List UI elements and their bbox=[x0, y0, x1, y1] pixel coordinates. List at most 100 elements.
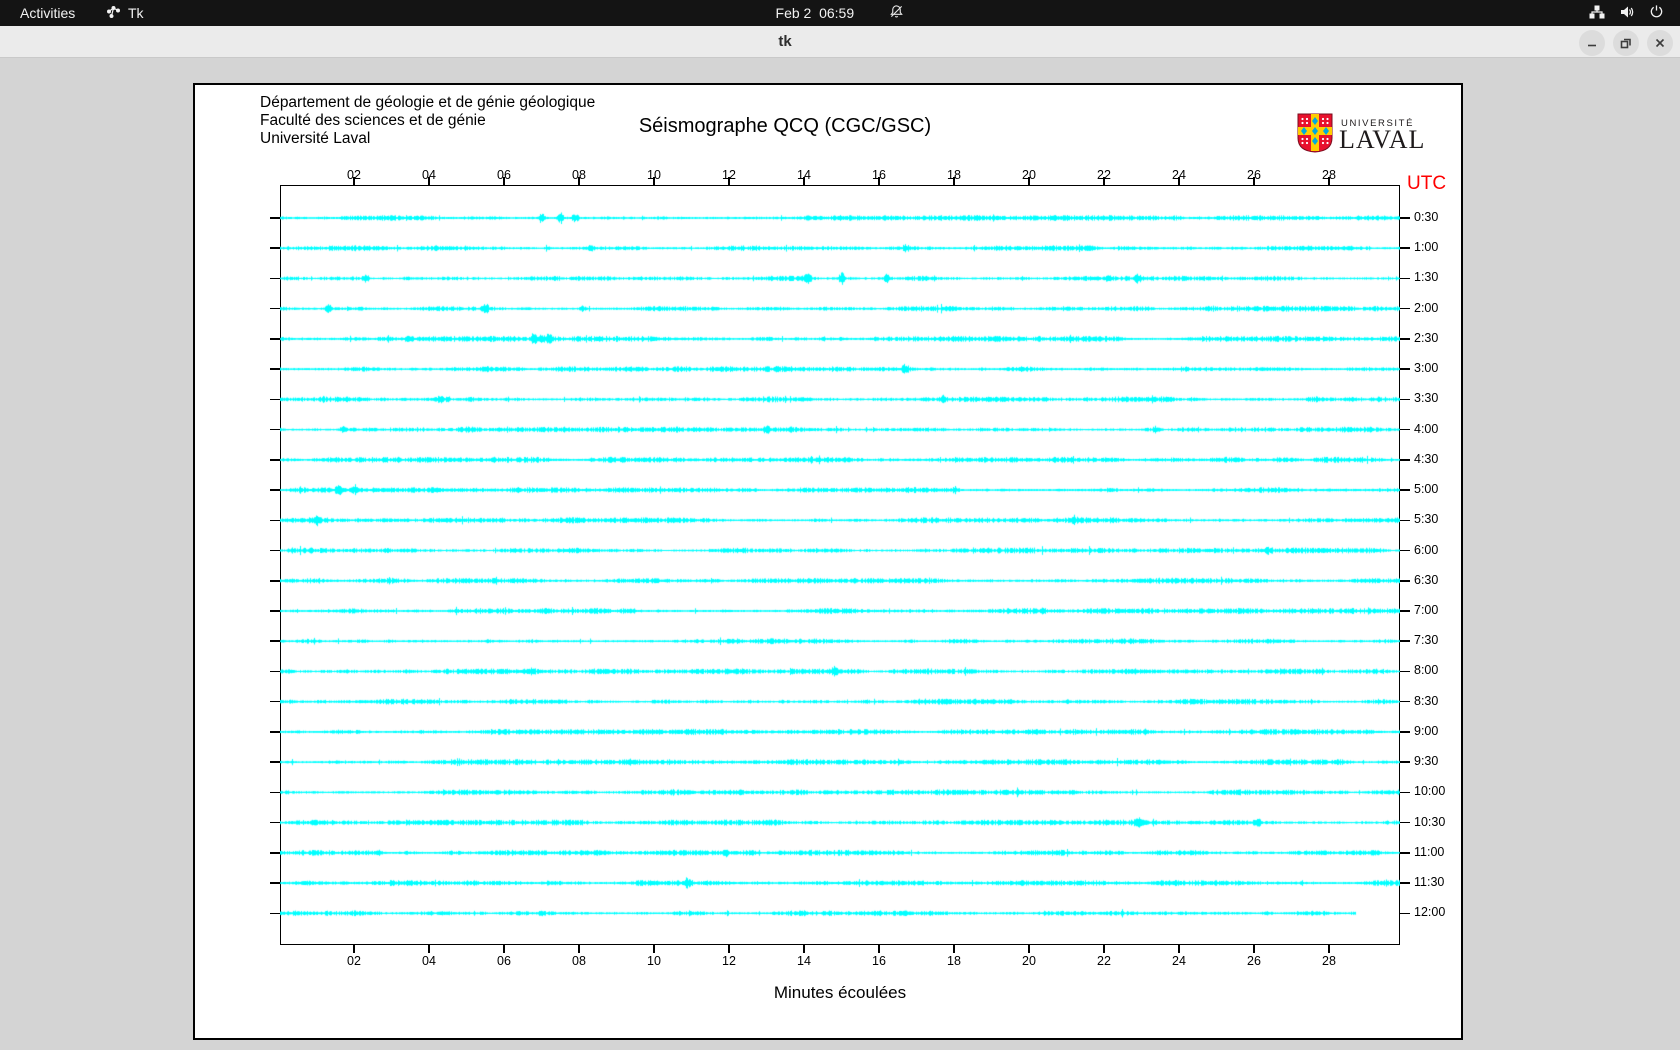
activities-button[interactable]: Activities bbox=[12, 0, 83, 26]
utc-tick-label: 7:30 bbox=[1414, 633, 1439, 648]
utc-tick-label: 1:30 bbox=[1414, 270, 1439, 285]
utc-tick-mark-right bbox=[1400, 580, 1410, 582]
utc-tick-mark-right bbox=[1400, 791, 1410, 794]
utc-tick-mark-left bbox=[270, 489, 280, 491]
x-tick-mark-top bbox=[1103, 177, 1105, 185]
x-tick-mark-bottom bbox=[1328, 945, 1330, 953]
utc-tick-mark-left bbox=[270, 852, 280, 854]
x-tick-mark-top bbox=[1028, 177, 1030, 185]
tk-app-icon bbox=[106, 4, 121, 22]
minimize-button[interactable] bbox=[1579, 30, 1605, 56]
x-tick-mark-top bbox=[653, 177, 655, 185]
utc-tick-mark-right bbox=[1400, 519, 1410, 522]
utc-tick-mark-right bbox=[1400, 852, 1410, 854]
x-tick-label-bottom: 06 bbox=[497, 954, 511, 968]
utc-tick-mark-left bbox=[270, 217, 280, 219]
power-icon bbox=[1649, 4, 1664, 22]
utc-tick-label: 11:30 bbox=[1414, 875, 1445, 890]
utc-tick-mark-left bbox=[270, 428, 280, 431]
utc-tick-label: 2:30 bbox=[1414, 330, 1439, 345]
utc-tick-label: 4:00 bbox=[1414, 421, 1439, 436]
x-tick-mark-bottom bbox=[1253, 945, 1255, 953]
utc-tick-mark-right bbox=[1400, 368, 1410, 370]
utc-tick-mark-right bbox=[1400, 640, 1410, 642]
x-tick-label-bottom: 28 bbox=[1322, 954, 1336, 968]
utc-tick-mark-left bbox=[270, 670, 280, 673]
utc-tick-mark-left bbox=[270, 307, 280, 310]
x-tick-label-bottom: 24 bbox=[1172, 954, 1186, 968]
utc-tick-mark-right bbox=[1400, 761, 1410, 763]
seismograph-window: Département de géologie et de génie géol… bbox=[193, 83, 1463, 1040]
utc-tick-mark-left bbox=[270, 700, 280, 703]
utc-tick-mark-left bbox=[270, 549, 280, 552]
utc-tick-mark-left bbox=[270, 791, 280, 794]
utc-tick-mark-right bbox=[1400, 277, 1410, 280]
utc-tick-mark-right bbox=[1400, 398, 1410, 401]
x-tick-mark-top bbox=[728, 177, 730, 185]
x-tick-label-bottom: 08 bbox=[572, 954, 586, 968]
logo-text-laval: LAVAL bbox=[1339, 125, 1426, 154]
x-tick-mark-bottom bbox=[503, 945, 505, 953]
restore-icon bbox=[1620, 38, 1631, 49]
x-tick-mark-top bbox=[953, 177, 955, 185]
utc-tick-label: 5:00 bbox=[1414, 482, 1439, 497]
header-line-1: Département de géologie et de génie géol… bbox=[260, 94, 596, 111]
window-title: tk bbox=[778, 33, 792, 50]
laval-logo: UNIVERSITÉ LAVAL bbox=[1291, 112, 1451, 156]
utc-tick-mark-right bbox=[1400, 489, 1410, 491]
utc-tick-mark-left bbox=[270, 821, 280, 824]
utc-tick-label: 12:00 bbox=[1414, 905, 1446, 920]
header-line-3: Université Laval bbox=[260, 130, 371, 147]
seismogram-trace-canvas bbox=[280, 185, 1400, 945]
x-tick-mark-top bbox=[1328, 177, 1330, 185]
x-tick-label-bottom: 12 bbox=[722, 954, 736, 968]
utc-tick-label: 0:30 bbox=[1414, 210, 1439, 224]
system-status-area[interactable] bbox=[1581, 0, 1672, 26]
utc-tick-mark-right bbox=[1400, 549, 1410, 552]
window-title-bar[interactable]: tk bbox=[0, 26, 1680, 58]
x-tick-mark-bottom bbox=[578, 945, 580, 953]
x-tick-mark-bottom bbox=[353, 945, 355, 953]
x-tick-mark-bottom bbox=[1028, 945, 1030, 953]
utc-tick-label: 5:30 bbox=[1414, 512, 1439, 527]
x-tick-mark-top bbox=[503, 177, 505, 185]
utc-tick-label: 1:00 bbox=[1414, 240, 1439, 255]
activities-label: Activities bbox=[20, 5, 76, 21]
utc-tick-mark-right bbox=[1400, 610, 1410, 612]
x-tick-label-bottom: 18 bbox=[947, 954, 961, 968]
utc-tick-label: 8:00 bbox=[1414, 663, 1439, 678]
utc-tick-label: 3:00 bbox=[1414, 361, 1439, 376]
clock-button[interactable]: Feb 2 06:59 bbox=[740, 0, 940, 26]
chart-title: Séismographe QCQ (CGC/GSC) bbox=[638, 115, 932, 137]
x-tick-mark-top bbox=[428, 177, 430, 185]
utc-tick-mark-left bbox=[270, 277, 280, 280]
utc-tick-label: 7:00 bbox=[1414, 602, 1439, 617]
utc-tick-label: 2:00 bbox=[1414, 300, 1439, 315]
utc-tick-mark-right bbox=[1400, 217, 1410, 219]
utc-tick-mark-left bbox=[270, 580, 280, 582]
utc-tick-mark-right bbox=[1400, 912, 1410, 915]
utc-tick-label: 10:00 bbox=[1414, 784, 1446, 799]
x-tick-mark-top bbox=[878, 177, 880, 185]
utc-tick-mark-left bbox=[270, 519, 280, 522]
utc-axis-label: UTC bbox=[1407, 173, 1447, 194]
x-tick-mark-top bbox=[1178, 177, 1180, 185]
x-tick-label-bottom: 04 bbox=[422, 954, 436, 968]
network-wired-icon bbox=[1589, 4, 1605, 23]
utc-tick-mark-right bbox=[1400, 338, 1410, 340]
utc-tick-mark-left bbox=[270, 338, 280, 340]
app-menu-button[interactable]: Tk bbox=[100, 0, 150, 26]
utc-tick-label: 9:00 bbox=[1414, 723, 1439, 738]
utc-tick-mark-right bbox=[1400, 307, 1410, 310]
x-tick-mark-bottom bbox=[1103, 945, 1105, 953]
utc-tick-mark-left bbox=[270, 247, 280, 249]
utc-tick-label: 9:30 bbox=[1414, 754, 1439, 769]
close-button[interactable] bbox=[1647, 30, 1673, 56]
utc-tick-mark-right bbox=[1400, 882, 1410, 884]
utc-tick-mark-left bbox=[270, 640, 280, 642]
clock-label: Feb 2 06:59 bbox=[775, 5, 855, 21]
x-tick-mark-bottom bbox=[878, 945, 880, 953]
restore-button[interactable] bbox=[1613, 30, 1639, 56]
utc-tick-mark-left bbox=[270, 368, 280, 370]
x-tick-mark-top bbox=[803, 177, 805, 185]
